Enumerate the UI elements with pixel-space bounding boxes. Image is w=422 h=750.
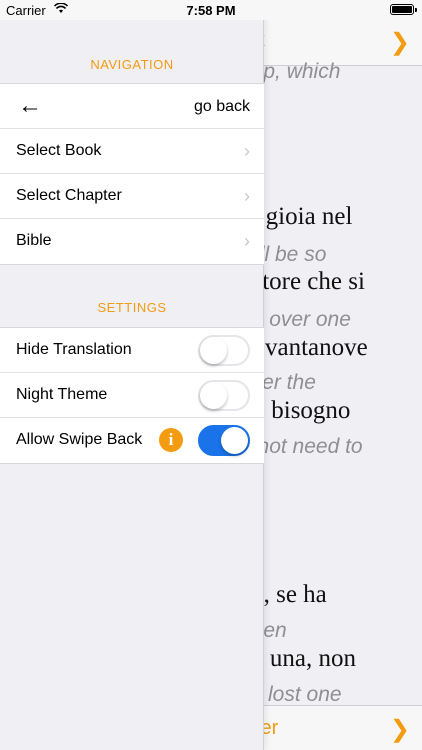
go-back-row[interactable]: ← go back [0,84,264,129]
night-theme-toggle[interactable] [198,380,250,411]
back-arrow-icon: ← [18,92,42,119]
status-time: 7:58 PM [186,3,236,18]
next-chapter-chevron-icon[interactable]: ❯ [390,715,410,744]
settings-section-header: SETTINGS [97,300,167,315]
navigation-group: ← go back Select Book › Select Chapter ›… [0,83,264,265]
night-theme-row: Night Theme [0,373,264,418]
select-chapter-label: Select Chapter [16,187,122,204]
select-chapter-row[interactable]: Select Chapter › [0,174,264,219]
bible-row[interactable]: Bible › [0,219,264,264]
hide-translation-label: Hide Translation [16,341,132,358]
select-book-row[interactable]: Select Book › [0,129,264,174]
allow-swipe-back-toggle[interactable] [198,425,250,456]
settings-group: Hide Translation Night Theme Allow Swipe… [0,327,264,464]
side-menu: NAVIGATION ← go back Select Book › Selec… [0,0,264,750]
select-book-label: Select Book [16,142,102,159]
next-chevron-icon[interactable]: ❯ [390,28,410,57]
hide-translation-row: Hide Translation [0,328,264,373]
bible-label: Bible [16,232,52,249]
hide-translation-toggle[interactable] [198,335,250,366]
night-theme-label: Night Theme [16,386,108,403]
battery-icon [390,4,417,15]
chevron-right-icon: › [244,141,250,161]
info-icon[interactable]: i [159,428,183,452]
status-bar: Carrier 7:58 PM [0,0,422,20]
chevron-right-icon: › [244,186,250,206]
allow-swipe-back-row: Allow Swipe Back i [0,418,264,463]
chevron-right-icon: › [244,231,250,251]
go-back-label: go back [193,98,250,115]
allow-swipe-back-label: Allow Swipe Back [16,431,143,448]
